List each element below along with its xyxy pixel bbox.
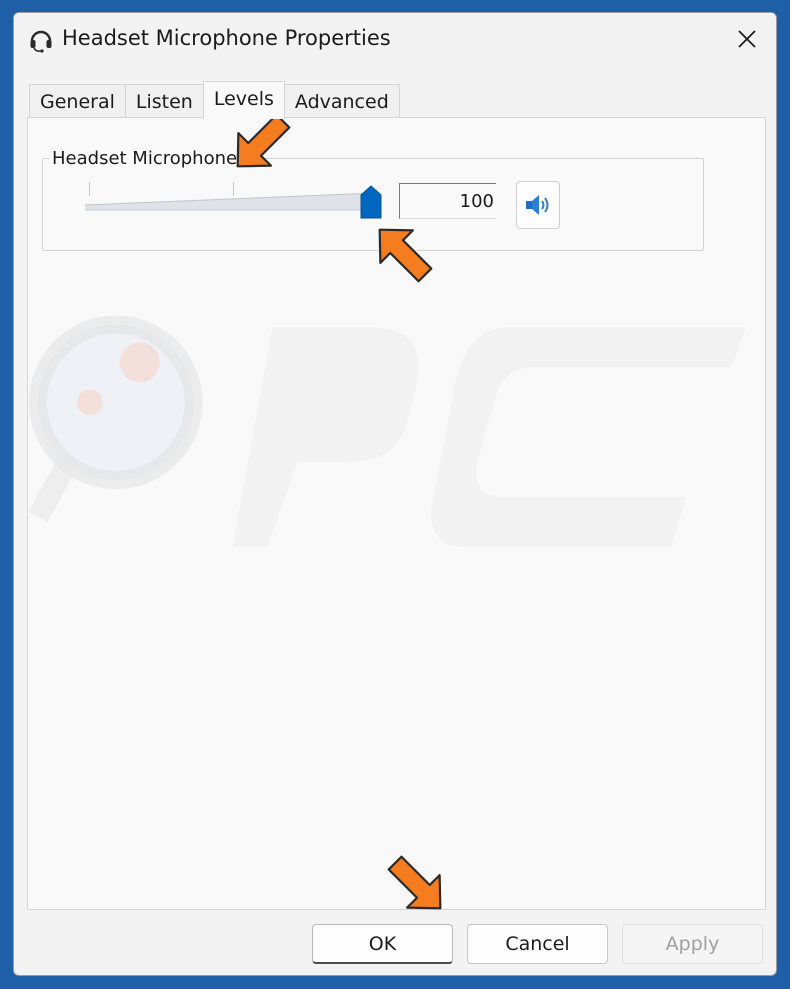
level-slider[interactable] — [85, 179, 385, 219]
group-label: Headset Microphone — [49, 148, 241, 169]
slider-thumb[interactable] — [360, 185, 382, 219]
level-value-field[interactable]: 100 — [399, 183, 496, 219]
arrow-annotation-icon — [387, 855, 442, 910]
properties-dialog: Headset Microphone Properties General Li… — [13, 12, 777, 976]
window-title: Headset Microphone Properties — [62, 26, 391, 50]
tab-strip: General Listen Levels Advanced — [29, 81, 400, 119]
slider-track — [85, 192, 375, 211]
ok-button[interactable]: OK — [312, 924, 453, 964]
headset-icon — [30, 30, 52, 53]
cancel-button[interactable]: Cancel — [467, 924, 608, 964]
arrow-annotation-icon — [378, 228, 433, 283]
close-button[interactable] — [718, 13, 776, 65]
tab-general[interactable]: General — [29, 84, 126, 118]
title-bar: Headset Microphone Properties — [14, 13, 776, 69]
tab-listen[interactable]: Listen — [124, 84, 204, 118]
close-icon — [738, 30, 756, 48]
mute-button[interactable] — [516, 181, 560, 229]
apply-button[interactable]: Apply — [622, 924, 763, 964]
tab-levels[interactable]: Levels — [202, 81, 285, 119]
speaker-icon — [526, 195, 549, 215]
tab-advanced[interactable]: Advanced — [283, 84, 400, 118]
